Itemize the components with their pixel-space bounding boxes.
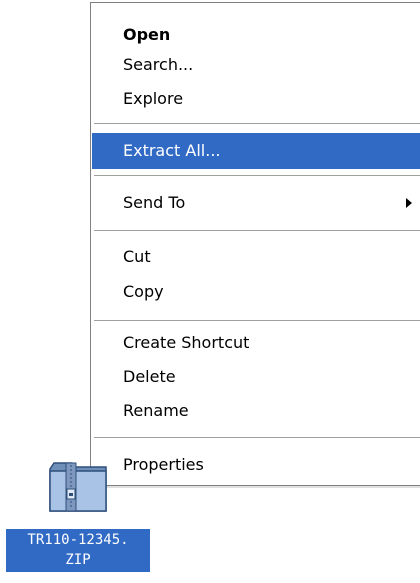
menu-item-explore[interactable]: Explore (92, 81, 420, 117)
menu-separator (94, 175, 420, 176)
icon-label-line1: TR110-12345. (27, 532, 129, 548)
icon-label-line2: ZIP (65, 552, 91, 568)
menu-item-extract-all[interactable]: Extract All... (92, 133, 420, 169)
menu-item-rename[interactable]: Rename (92, 393, 420, 429)
menu-separator (94, 123, 420, 124)
menu-item-cut[interactable]: Cut (92, 239, 420, 275)
context-menu: Open Search... Explore Extract All... Se… (90, 2, 420, 486)
desktop-icon-label[interactable]: TR110-12345. ZIP (6, 529, 150, 572)
menu-item-copy[interactable]: Copy (92, 274, 420, 310)
menu-item-send-to-label: Send To (123, 193, 186, 212)
menu-item-search[interactable]: Search... (92, 47, 420, 83)
menu-separator (94, 230, 420, 231)
desktop: Open Search... Explore Extract All... Se… (0, 0, 420, 583)
menu-item-delete[interactable]: Delete (92, 359, 420, 395)
submenu-arrow-icon (406, 198, 412, 208)
zip-folder-icon[interactable] (48, 455, 110, 515)
menu-separator (94, 437, 420, 438)
menu-separator (94, 320, 420, 321)
menu-item-send-to[interactable]: Send To (92, 185, 420, 221)
menu-item-properties[interactable]: Properties (92, 447, 420, 483)
menu-item-create-shortcut[interactable]: Create Shortcut (92, 325, 420, 361)
